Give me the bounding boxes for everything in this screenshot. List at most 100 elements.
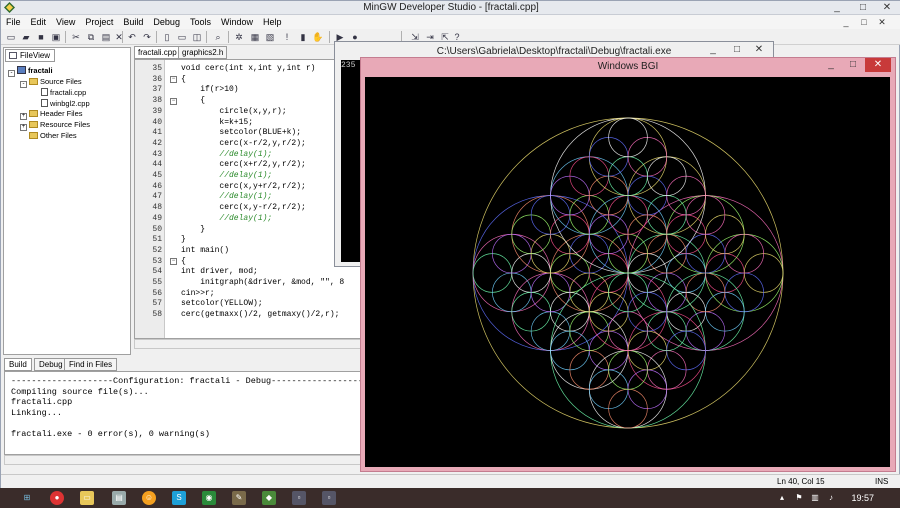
save-all-icon[interactable]: ▣ [50,31,62,43]
tree-item[interactable]: - Source Files [8,77,90,88]
bgi-minimize-button[interactable]: _ [821,58,841,72]
messenger-icon[interactable]: ☺ [142,491,156,505]
tab-find-in-files[interactable]: Find in Files [64,358,118,371]
tab-debug[interactable]: Debug [34,358,68,371]
build-all-icon[interactable]: ▧ [264,31,276,43]
code-line[interactable]: //delay(1); [181,150,272,161]
collapse-icon[interactable]: - [8,70,15,77]
code-line[interactable]: k=k+15; [181,118,253,129]
code-line[interactable]: setcolor(BLUE+k); [181,128,301,139]
redo-icon[interactable]: ↷ [141,31,153,43]
build-icon[interactable]: ▦ [249,31,261,43]
close-button[interactable]: ✕ [875,1,899,15]
code-line[interactable]: circle(x,y,r); [181,107,286,118]
editor-horizontal-scrollbar[interactable] [134,339,361,349]
copy-icon[interactable]: ⧉ [85,31,97,43]
app-green-icon[interactable]: ◉ [202,491,216,505]
menu-tools[interactable]: Tools [185,15,216,29]
tab-fractali-cpp[interactable]: fractali.cpp [134,46,181,59]
save-icon[interactable]: ■ [35,31,47,43]
tray-network-icon[interactable]: ▥ [808,491,822,505]
skype-icon[interactable]: S [172,491,186,505]
undo-icon[interactable]: ↶ [126,31,138,43]
menu-debug[interactable]: Debug [148,15,185,29]
console-minimize-button[interactable]: _ [701,43,725,57]
delete-icon[interactable]: ✕ [113,31,125,43]
mdi-restore-button[interactable]: □ [857,15,871,29]
fold-toggle-icon[interactable]: − [170,76,177,84]
code-line[interactable]: cerc(x,y+r/2,r/2); [181,182,305,193]
menu-project[interactable]: Project [80,15,118,29]
expand-icon[interactable]: + [20,124,27,131]
menu-view[interactable]: View [51,15,80,29]
window-icon[interactable]: ▫ [322,491,336,505]
compile-icon[interactable]: ✲ [233,31,245,43]
open-folder-icon[interactable]: ▰ [20,31,32,43]
maximize-button[interactable]: □ [851,1,875,15]
code-line[interactable]: { [181,257,186,268]
code-line[interactable]: initgraph(&driver, &mod, "", 8 [181,278,344,289]
code-line[interactable]: //delay(1); [181,214,272,225]
code-line[interactable]: if(r>10) [181,85,238,96]
menu-window[interactable]: Window [216,15,258,29]
code-line[interactable]: void cerc(int x,int y,int r) [181,64,315,75]
code-line[interactable]: int driver, mod; [181,267,258,278]
panel-left-icon[interactable]: ▯ [161,31,173,43]
code-line[interactable]: cin>>r; [181,289,215,300]
tray-volume-icon[interactable]: ♪ [824,491,838,505]
collapse-icon[interactable]: - [20,81,27,88]
code-line[interactable]: cerc(x,y-r/2,r/2); [181,203,305,214]
panel-split-icon[interactable]: ◫ [191,31,203,43]
tree-item[interactable]: - fractali [8,66,90,77]
tray-flag-icon[interactable]: ⚑ [792,491,806,505]
code-editor[interactable]: 35 void cerc(int x,int y,int r) 36 {37 if(r… [134,59,361,339]
execute-icon[interactable]: ▮ [297,31,309,43]
menu-file[interactable]: File [1,15,26,29]
stop-build-icon[interactable]: ! [281,31,293,43]
code-line[interactable]: cerc(x+r/2,y,r/2); [181,160,305,171]
find-icon[interactable]: ⌕ [212,31,224,43]
output-horizontal-scrollbar[interactable] [4,455,366,465]
code-line[interactable]: //delay(1); [181,171,272,182]
code-line[interactable]: } [181,225,205,236]
tree-item[interactable]: winbgl2.cpp [8,98,90,110]
cut-icon[interactable]: ✂ [70,31,82,43]
chrome-icon[interactable]: ● [50,491,64,505]
tree-item[interactable]: + Header Files [8,109,90,120]
tab-fileview[interactable]: FileView [5,49,55,62]
tree-item[interactable]: fractali.cpp [8,88,90,99]
menu-help[interactable]: Help [258,15,287,29]
code-line[interactable]: int main() [181,246,229,257]
bgi-maximize-button[interactable]: □ [843,58,863,72]
start-icon[interactable]: ⊞ [20,491,34,505]
console-close-button[interactable]: ✕ [747,43,771,57]
tree-item[interactable]: Other Files [8,131,90,142]
menu-build[interactable]: Build [118,15,148,29]
code-line[interactable]: cerc(getmaxx()/2, getmaxy()/2,r); [181,310,339,321]
bgi-window[interactable]: Windows BGI _ □ ✕ [360,57,896,472]
code-line[interactable]: { [181,96,205,107]
code-line[interactable]: //delay(1); [181,192,272,203]
hand-icon[interactable]: ✋ [312,31,324,43]
fold-toggle-icon[interactable]: − [170,258,177,266]
expand-icon[interactable]: + [20,113,27,120]
minimize-button[interactable]: _ [825,1,849,15]
menu-edit[interactable]: Edit [26,15,52,29]
panel-bottom-icon[interactable]: ▭ [176,31,188,43]
paste-icon[interactable]: ▤ [100,31,112,43]
code-line[interactable]: { [181,75,186,86]
tool-icon[interactable]: ✎ [232,491,246,505]
console-maximize-button[interactable]: □ [725,43,749,57]
tray-arrow-icon[interactable]: ▴ [775,491,789,505]
mdi-minimize-button[interactable]: _ [839,15,853,29]
new-file-icon[interactable]: ▭ [5,31,17,43]
tab-build[interactable]: Build [4,358,32,371]
code-line[interactable]: } [181,235,186,246]
mingw-icon[interactable]: ◆ [262,491,276,505]
document-icon[interactable]: ▤ [112,491,126,505]
tab-graphics2-h[interactable]: graphics2.h [178,46,228,59]
explorer-icon[interactable]: ▭ [80,491,94,505]
tree-item[interactable]: + Resource Files [8,120,90,131]
mdi-close-button[interactable]: ✕ [875,15,889,29]
code-line[interactable]: setcolor(YELLOW); [181,299,263,310]
